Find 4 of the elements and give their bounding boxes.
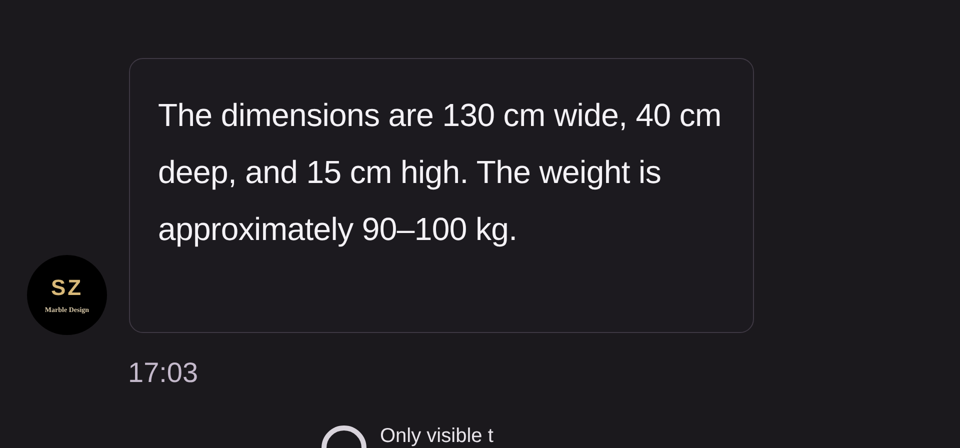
message-text: The dimensions are 130 cm wide, 40 cm deep, and 15 cm high. The weight is approximately 90–100 kg. <box>158 96 722 249</box>
message-time: 17:03 <box>128 359 198 387</box>
avatar-initials: SZ <box>50 276 84 298</box>
visibility-note: Only visible t <box>380 426 494 446</box>
